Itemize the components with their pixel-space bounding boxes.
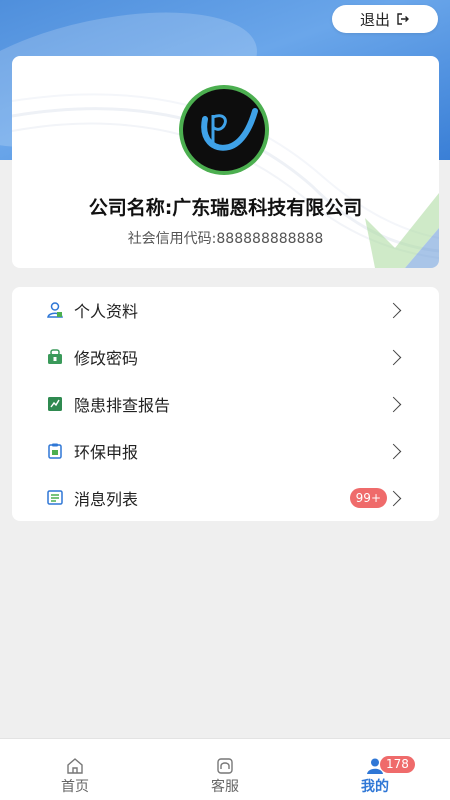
tab-mine[interactable]: 178 我的 <box>300 739 450 800</box>
menu-item-hazard-report[interactable]: 隐患排查报告 <box>12 381 439 427</box>
tab-label: 客服 <box>211 779 239 795</box>
menu-item-label: 消息列表 <box>74 490 139 509</box>
menu-item-message-list[interactable]: 消息列表 99+ <box>12 475 439 521</box>
tab-badge: 178 <box>380 756 415 773</box>
company-logo <box>179 85 269 175</box>
tab-label: 首页 <box>61 779 89 795</box>
chevron-right-icon <box>385 349 402 365</box>
tab-customer-service[interactable]: 客服 <box>150 739 300 800</box>
logout-icon <box>397 13 409 25</box>
home-icon <box>67 758 83 774</box>
message-list-icon <box>47 490 63 505</box>
checkmark-decoration <box>365 193 439 268</box>
tab-home[interactable]: 首页 <box>0 739 150 800</box>
chevron-right-icon <box>385 302 402 318</box>
chevron-right-icon <box>385 396 402 412</box>
clipboard-icon <box>48 443 62 459</box>
report-icon <box>48 397 62 411</box>
profile-card: 公司名称:广东瑞恩科技有限公司 社会信用代码:888888888888 <box>12 56 439 268</box>
menu-item-label: 个人资料 <box>74 302 139 321</box>
menu-item-label: 修改密码 <box>74 349 139 368</box>
lock-icon <box>48 349 62 364</box>
menu-item-label: 环保申报 <box>74 443 139 462</box>
logout-button[interactable]: 退出 <box>332 5 438 33</box>
bottom-tab-bar: 首页 客服 178 我的 <box>0 738 450 800</box>
menu-card: 个人资料 修改密码 隐患排查报告 环保申报 消息列表 99+ <box>12 287 439 521</box>
menu-item-label: 隐患排查报告 <box>74 396 171 415</box>
unread-badge: 99+ <box>349 488 387 508</box>
menu-item-profile[interactable]: 个人资料 <box>12 287 439 333</box>
menu-item-change-password[interactable]: 修改密码 <box>12 334 439 380</box>
menu-item-env-declaration[interactable]: 环保申报 <box>12 428 439 474</box>
user-icon <box>47 302 63 318</box>
logout-label: 退出 <box>359 10 390 29</box>
chevron-right-icon <box>385 443 402 459</box>
customer-service-icon <box>217 758 233 774</box>
tab-label: 我的 <box>361 779 389 795</box>
chevron-right-icon <box>385 490 402 506</box>
